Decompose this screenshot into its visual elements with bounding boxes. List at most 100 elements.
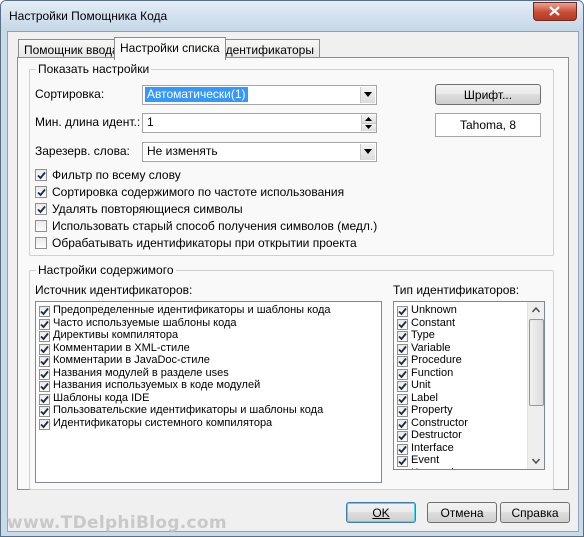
chevron-up-icon: [365, 117, 372, 121]
checkbox[interactable]: [39, 406, 50, 417]
checkbox[interactable]: [39, 331, 50, 342]
list-item-label: Предопределенные идентификаторы и шаблон…: [53, 304, 331, 316]
chevron-down-icon: [364, 92, 372, 97]
list-item-label: Type: [411, 329, 435, 341]
close-button[interactable]: [533, 2, 577, 21]
checkbox[interactable]: [35, 186, 47, 198]
list-item-label: Procedure: [411, 354, 462, 366]
min-length-spinner[interactable]: 1: [142, 113, 377, 133]
checkbox[interactable]: [35, 237, 47, 249]
list-item-label: Function: [411, 366, 454, 379]
list-item-label: Destructor: [411, 429, 462, 441]
checkbox[interactable]: [39, 418, 50, 430]
reserved-words-value: Не изменять: [147, 144, 218, 158]
spin-down-button[interactable]: [361, 123, 376, 131]
checkbox[interactable]: [39, 306, 50, 317]
cancel-button[interactable]: Отмена: [427, 502, 497, 523]
checkbox[interactable]: [39, 393, 50, 405]
help-button[interactable]: Справка: [500, 502, 570, 523]
list-item-label: Label: [411, 391, 438, 404]
content-settings-group: Настройки содержимого Источник идентифик…: [29, 263, 554, 490]
sources-listbox[interactable]: Предопределенные идентификаторы и шаблон…: [35, 301, 382, 483]
title-bar[interactable]: Настройки Помощника Кода: [1, 1, 583, 31]
font-button[interactable]: Шрифт...: [435, 84, 541, 105]
checkbox[interactable]: [397, 468, 408, 469]
checkbox[interactable]: [397, 343, 408, 355]
checkbox[interactable]: [39, 381, 50, 392]
checkbox[interactable]: [397, 381, 408, 392]
check-icon: [398, 457, 407, 466]
checkbox[interactable]: [397, 418, 408, 430]
checkbox[interactable]: [39, 318, 50, 330]
check-icon: [398, 370, 407, 378]
checkbox[interactable]: [397, 331, 408, 342]
list-item-label: Комментарии в XML-стиле: [53, 341, 190, 354]
min-length-value: 1: [147, 115, 154, 129]
sort-label: Сортировка:: [35, 87, 105, 101]
check-icon: [37, 188, 46, 197]
check-icon: [40, 420, 49, 428]
checkbox[interactable]: [39, 343, 50, 355]
ok-button[interactable]: OK: [346, 502, 416, 523]
check-icon: [40, 395, 49, 403]
check-icon: [37, 171, 46, 180]
chevron-down-icon: [531, 458, 541, 465]
display-settings-group: Показать настройки Сортировка: Автоматич…: [29, 62, 554, 256]
scroll-down-button[interactable]: [528, 453, 544, 469]
spin-buttons[interactable]: [361, 115, 376, 131]
check-icon: [37, 205, 46, 214]
reserved-words-label: Зарезерв. слова:: [35, 144, 130, 158]
check-icon: [40, 332, 49, 341]
dialog-client: Помощник ввода Настройки списка Идентифи…: [7, 31, 579, 532]
checkbox[interactable]: [35, 203, 47, 215]
check-icon: [398, 395, 407, 403]
list-item-label: Interface: [411, 441, 454, 454]
option-label: Фильтр по всему слову: [52, 168, 181, 182]
list-item-label: Constant: [411, 316, 456, 329]
check-icon: [40, 382, 49, 391]
types-scrollbar[interactable]: [527, 302, 544, 469]
check-icon: [398, 445, 407, 453]
chevron-down-icon: [365, 125, 372, 129]
scroll-up-button[interactable]: [528, 302, 544, 318]
check-icon: [398, 332, 407, 341]
checkbox[interactable]: [397, 368, 408, 380]
min-length-label: Мин. длина идент.:: [35, 115, 141, 129]
types-listbox[interactable]: Unknown Constant Type Variable Procedure Func…: [393, 301, 545, 470]
checkbox[interactable]: [397, 456, 408, 467]
option-label: Использовать старый способ получения сим…: [52, 219, 378, 233]
reserved-words-combobox[interactable]: Не изменять: [142, 142, 377, 162]
window-title: Настройки Помощника Кода: [9, 9, 168, 23]
checkbox[interactable]: [397, 318, 408, 330]
checkbox[interactable]: [35, 220, 47, 232]
dropdown-button[interactable]: [360, 87, 375, 103]
watermark: www.TDelphiBlog.com: [7, 513, 227, 533]
scroll-thumb[interactable]: [529, 319, 544, 406]
option-label: Обрабатывать идентификаторы при открытии…: [52, 236, 357, 250]
list-item-label: Комментарии в JavaDoc-стиле: [53, 354, 210, 366]
checkbox[interactable]: [39, 368, 50, 380]
checkbox[interactable]: [397, 356, 408, 367]
checkbox[interactable]: [397, 393, 408, 405]
checkbox[interactable]: [397, 431, 408, 442]
check-icon: [40, 345, 49, 353]
check-icon: [40, 307, 49, 316]
checkbox[interactable]: [397, 306, 408, 317]
check-icon: [40, 407, 49, 416]
list-item-label: Constructor: [411, 416, 468, 429]
checkbox[interactable]: [39, 356, 50, 367]
checkbox[interactable]: [397, 443, 408, 455]
dropdown-button[interactable]: [360, 144, 375, 160]
option-label: Удалять повторяющиеся символы: [52, 202, 243, 216]
spin-up-button[interactable]: [361, 115, 376, 123]
list-item-label: Пользовательские идентификаторы и шаблон…: [53, 404, 324, 416]
check-icon: [398, 357, 407, 366]
checkbox[interactable]: [397, 406, 408, 417]
types-label: Тип идентификаторов:: [393, 283, 520, 297]
tab-label: Идентификаторы: [217, 43, 314, 57]
check-icon: [40, 370, 49, 378]
tab-list-settings[interactable]: Настройки списка: [114, 37, 226, 60]
list-item-label: Идентификаторы системного компилятора: [53, 416, 273, 429]
checkbox[interactable]: [35, 169, 47, 181]
sort-combobox[interactable]: Автоматически(1): [142, 85, 377, 105]
